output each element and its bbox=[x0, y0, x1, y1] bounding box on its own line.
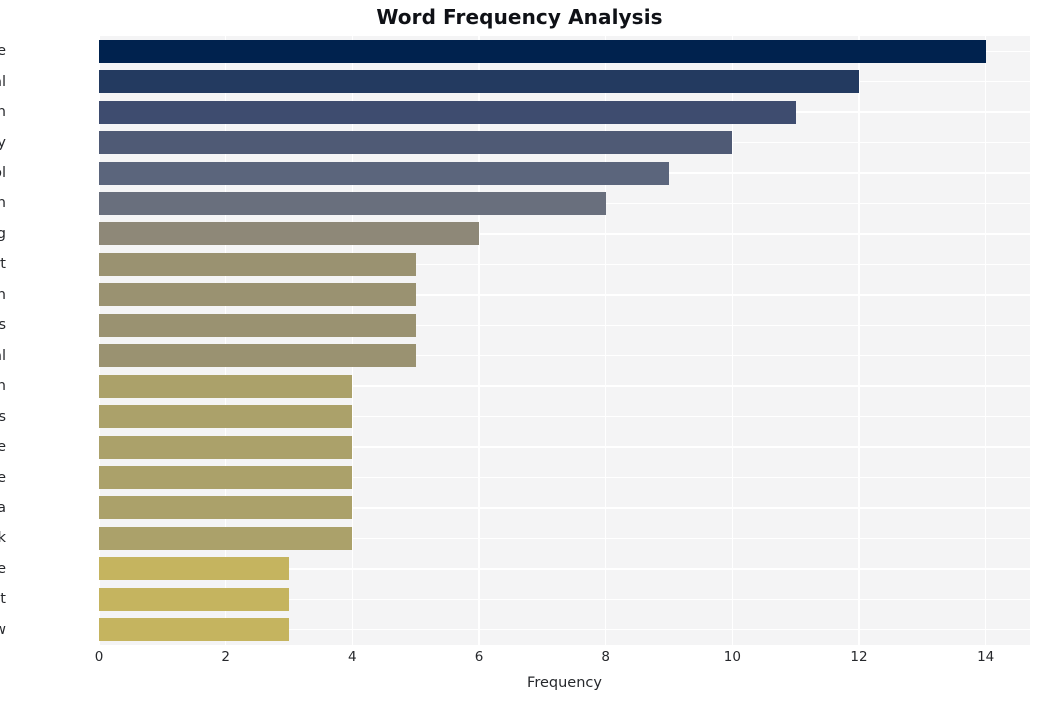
y-tick-label: critical bbox=[0, 347, 6, 364]
bar bbox=[99, 222, 479, 246]
gridline-vertical bbox=[351, 36, 354, 645]
y-tick-label: digital bbox=[0, 73, 6, 90]
y-tick-label: curiosity bbox=[0, 134, 6, 151]
y-tick-label: article bbox=[0, 560, 6, 577]
y-tick-label: learn bbox=[0, 195, 6, 212]
y-tick-label: distractions bbox=[0, 408, 6, 425]
bar bbox=[99, 618, 289, 642]
y-tick-label: time bbox=[0, 469, 6, 486]
x-tick-label: 8 bbox=[601, 649, 610, 665]
x-tick-label: 10 bbox=[723, 649, 741, 665]
bar bbox=[99, 161, 669, 185]
y-tick-label: student bbox=[0, 591, 6, 608]
bar bbox=[99, 283, 416, 307]
x-tick-label: 14 bbox=[977, 649, 995, 665]
x-tick-label: 6 bbox=[474, 649, 484, 665]
y-tick-label: education bbox=[0, 286, 6, 303]
bar bbox=[99, 435, 353, 459]
y-tick-label: phone bbox=[0, 43, 6, 60]
bar bbox=[99, 587, 289, 611]
bar bbox=[99, 405, 353, 429]
bar bbox=[99, 191, 606, 215]
y-tick-label: distraction bbox=[0, 378, 6, 395]
y-tick-label: think bbox=[0, 530, 6, 547]
x-tick-label: 2 bbox=[221, 649, 230, 665]
gridline-vertical bbox=[99, 36, 100, 645]
bar bbox=[99, 70, 859, 94]
bar bbox=[99, 131, 733, 155]
gridline-vertical bbox=[984, 36, 987, 645]
y-tick-label: report bbox=[0, 256, 6, 273]
gridline-vertical bbox=[224, 36, 227, 645]
chart-title: Word Frequency Analysis bbox=[376, 5, 663, 29]
bar bbox=[99, 526, 353, 550]
bar bbox=[99, 313, 416, 337]
bar bbox=[99, 344, 416, 368]
x-tick-label: 12 bbox=[850, 649, 868, 665]
bar bbox=[99, 252, 416, 276]
gridline-vertical bbox=[604, 36, 607, 645]
y-tick-label: school bbox=[0, 165, 6, 182]
y-tick-label: young bbox=[0, 225, 6, 242]
y-tick-label: students bbox=[0, 317, 6, 334]
bar bbox=[99, 100, 796, 124]
bar bbox=[99, 466, 353, 490]
x-axis-label: Frequency bbox=[527, 675, 602, 691]
gridline-vertical bbox=[858, 36, 860, 645]
bar bbox=[99, 496, 353, 520]
x-tick-label: 0 bbox=[94, 649, 104, 665]
gridline-vertical bbox=[731, 36, 734, 645]
bar bbox=[99, 374, 353, 398]
bar bbox=[99, 557, 289, 581]
chart-figure: Word Frequency Analysis phone digital ban c… bbox=[0, 0, 1039, 701]
y-tick-label: people bbox=[0, 439, 6, 456]
plot-area bbox=[99, 36, 1030, 645]
y-tick-label: ban bbox=[0, 104, 6, 121]
y-tick-label: new bbox=[0, 621, 6, 638]
y-tick-label: media bbox=[0, 499, 6, 516]
gridline-vertical bbox=[478, 36, 480, 645]
x-tick-label: 4 bbox=[348, 649, 357, 665]
bar bbox=[99, 39, 986, 63]
